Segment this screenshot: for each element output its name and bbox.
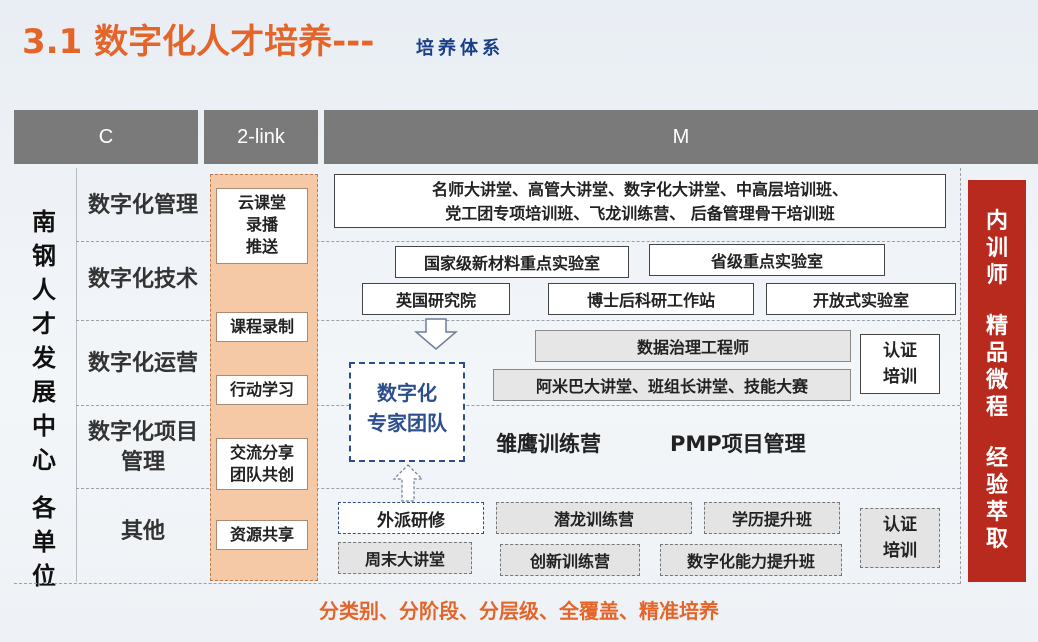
amoeba-box: 阿米巴大讲堂、班组长讲堂、技能大赛 <box>493 369 851 401</box>
header-2link: 2-link <box>204 110 318 164</box>
exchange-line2: 团队共创 <box>229 465 294 484</box>
bottom-divider <box>14 583 960 584</box>
row-divider-1 <box>76 241 960 242</box>
lectures-line1: 名师大讲堂、高管大讲堂、数字化大讲堂、中高层培训班、 <box>431 180 848 199</box>
expert-team-line1: 数字化 <box>377 381 437 405</box>
category-mgmt: 数字化管理 <box>87 193 198 218</box>
page-title: 3.1 数字化人才培养--- <box>22 22 375 62</box>
row-divider-2 <box>76 320 960 321</box>
header-m: M <box>324 110 1038 164</box>
category-project-line2: 管理 <box>120 450 165 475</box>
expert-team-box: 数字化 专家团队 <box>349 362 465 462</box>
exchange-box: 交流分享 团队共创 <box>216 438 308 490</box>
m-right-divider <box>960 168 961 584</box>
certification-2-line1: 认证 <box>883 515 917 535</box>
footer-slogan: 分类别、分阶段、分层级、全覆盖、精准培养 <box>319 599 719 623</box>
certification-1-line2: 培训 <box>883 367 917 387</box>
lectures-box: 名师大讲堂、高管大讲堂、数字化大讲堂、中高层培训班、 党工团专项培训班、飞龙训练… <box>334 174 946 228</box>
category-other: 其他 <box>120 519 165 544</box>
innovation-camp-box: 创新训练营 <box>500 544 640 576</box>
category-ops: 数字化运营 <box>87 351 198 376</box>
provincial-lab-box: 省级重点实验室 <box>649 244 885 276</box>
exchange-line1: 交流分享 <box>229 443 294 462</box>
down-arrow-icon <box>414 318 458 350</box>
lectures-line2: 党工团专项培训班、飞龙训练营、 后备管理骨干培训班 <box>445 204 835 223</box>
degree-program-box: 学历提升班 <box>704 502 840 534</box>
resource-sharing-box: 资源共享 <box>216 520 308 550</box>
certification-2-line2: 培训 <box>883 541 917 561</box>
external-training-box: 外派研修 <box>338 502 484 534</box>
right-inner-trainer: 内训师 <box>985 209 1008 288</box>
right-experience: 经验萃取 <box>985 446 1008 552</box>
row-divider-4 <box>76 488 960 489</box>
pmp-text: PMP项目管理 <box>670 432 806 456</box>
open-lab-box: 开放式实验室 <box>766 283 956 315</box>
c-column-divider <box>76 168 77 582</box>
action-learning-box: 行动学习 <box>216 375 308 405</box>
cloud-class-box: 云课堂 录播 推送 <box>216 188 308 264</box>
cloud-class-line3: 推送 <box>245 237 278 256</box>
data-governance-box: 数据治理工程师 <box>535 330 851 362</box>
category-project-line1: 数字化项目 <box>87 420 198 445</box>
postdoc-station-box: 博士后科研工作站 <box>548 283 754 315</box>
course-recording-box: 课程录制 <box>216 312 308 342</box>
page-subtitle: 培养体系 <box>416 38 504 59</box>
left-org-label: 南钢人才发展中心各单位 <box>32 208 56 590</box>
right-micro-course: 精品微程 <box>985 314 1008 420</box>
cloud-class-line2: 录播 <box>245 215 278 234</box>
category-tech: 数字化技术 <box>87 267 198 292</box>
cloud-class-line1: 云课堂 <box>237 193 286 212</box>
category-project: 数字化项目 管理 <box>78 418 208 478</box>
uk-institute-box: 英国研究院 <box>362 283 510 315</box>
eagle-camp-text: 雏鹰训练营 <box>496 432 601 456</box>
national-lab-box: 国家级新材料重点实验室 <box>395 246 629 278</box>
certification-1-line1: 认证 <box>883 341 917 361</box>
qianlong-camp-box: 潜龙训练营 <box>496 502 692 534</box>
right-column: 内训师 精品微程 经验萃取 <box>968 180 1026 582</box>
weekend-lecture-box: 周末大讲堂 <box>338 542 472 574</box>
up-arrow-icon <box>392 464 424 502</box>
expert-team-line2: 专家团队 <box>367 411 447 435</box>
row-divider-3 <box>76 405 960 406</box>
certification-box-2: 认证 培训 <box>860 508 940 568</box>
header-c: C <box>14 110 198 164</box>
digital-ability-box: 数字化能力提升班 <box>660 544 842 576</box>
certification-box-1: 认证 培训 <box>860 334 940 394</box>
